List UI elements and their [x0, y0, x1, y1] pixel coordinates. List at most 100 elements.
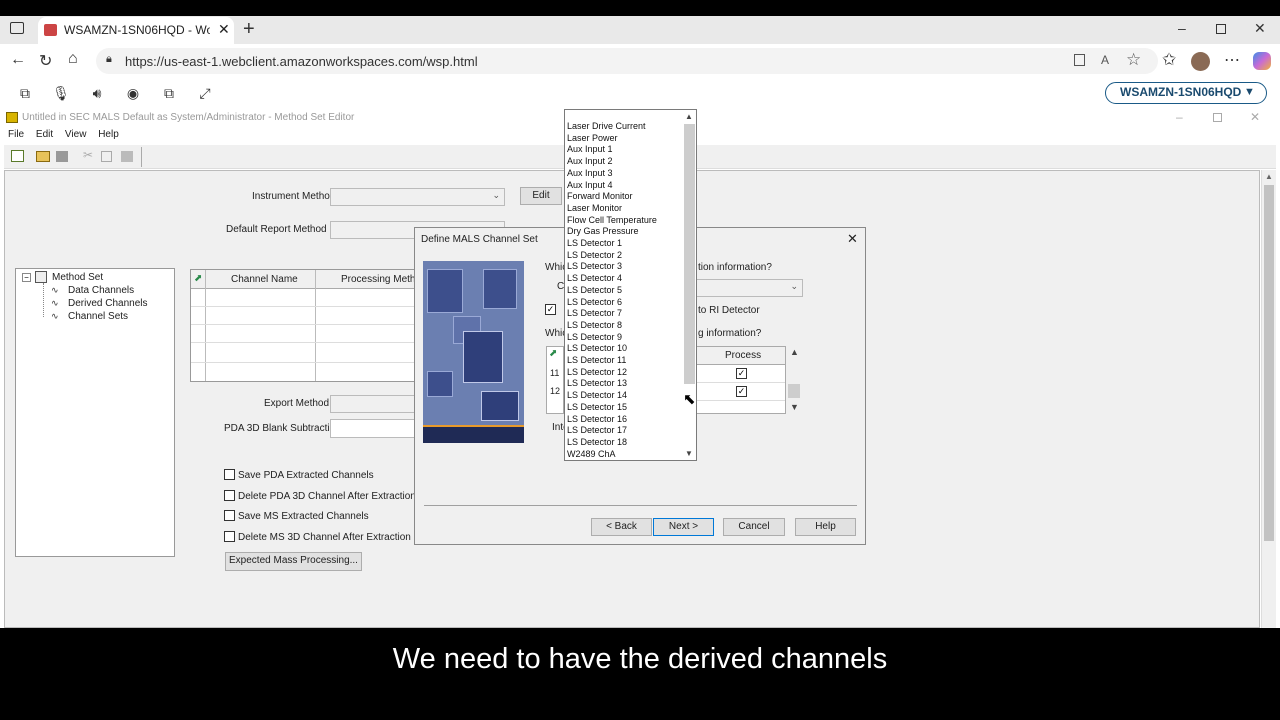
windows-icon[interactable]: ⧉	[16, 84, 34, 102]
dropdown-option[interactable]: LS Detector 4	[567, 273, 622, 283]
next-button[interactable]: Next >	[653, 518, 714, 536]
dropdown-option[interactable]: LS Detector 14	[567, 390, 627, 400]
new-tab-icon[interactable]: +	[243, 18, 255, 41]
app-minimize-icon[interactable]: –	[1176, 110, 1183, 124]
scroll-up-icon[interactable]: ▲	[1265, 172, 1273, 181]
dropdown-option[interactable]: LS Detector 8	[567, 320, 622, 330]
tree-item-channel-sets[interactable]: Channel Sets	[68, 311, 128, 322]
dropdown-option[interactable]: LS Detector 9	[567, 332, 622, 342]
pda-blank-field[interactable]	[330, 419, 416, 438]
dropdown-option[interactable]: LS Detector 7	[567, 308, 622, 318]
home-icon[interactable]: ⌂	[68, 50, 78, 68]
dropdown-option[interactable]: Laser Monitor	[567, 203, 622, 213]
tree-item-derived-channels[interactable]: Derived Channels	[68, 298, 148, 309]
copy-icon[interactable]	[101, 151, 112, 162]
audio-icon[interactable]: 🔊︎	[88, 84, 106, 102]
dropdown-option[interactable]: Flow Cell Temperature	[567, 215, 657, 225]
app-restore-icon[interactable]	[1213, 113, 1222, 122]
dropdown-option[interactable]: LS Detector 3	[567, 261, 622, 271]
tab-actions-icon[interactable]	[10, 22, 24, 34]
dropdown-option[interactable]: Laser Power	[567, 133, 618, 143]
favorite-star-icon[interactable]: ☆	[1126, 50, 1141, 70]
fullscreen-icon[interactable]: ⤢	[196, 84, 214, 102]
process-grid-left[interactable]: ⬈ 11 12	[546, 346, 564, 414]
dialog-close-icon[interactable]: ✕	[847, 231, 858, 247]
workspace-menu-button[interactable]: WSAMZN-1SN06HQD ▼	[1105, 82, 1267, 104]
close-window-icon[interactable]: ✕	[1254, 20, 1266, 37]
dropdown-option[interactable]: LS Detector 18	[567, 437, 627, 447]
dropdown-option[interactable]: LS Detector 12	[567, 367, 627, 377]
display-icon[interactable]: ⧉	[160, 84, 178, 102]
dropdown-option[interactable]: Aux Input 2	[567, 156, 613, 166]
cut-icon[interactable]: ✂	[83, 148, 93, 162]
back-button[interactable]: < Back	[591, 518, 652, 536]
dropdown-option[interactable]: LS Detector 6	[567, 297, 622, 307]
expected-mass-button[interactable]: Expected Mass Processing...	[225, 552, 362, 571]
open-folder-icon[interactable]	[36, 151, 50, 162]
save-icon[interactable]	[56, 151, 68, 162]
export-method-combo[interactable]	[330, 395, 416, 413]
dropdown-option[interactable]: Aux Input 1	[567, 144, 613, 154]
save-pda-checkbox[interactable]	[224, 469, 235, 480]
dropdown-option[interactable]: LS Detector 15	[567, 402, 627, 412]
dropdown-option[interactable]: Aux Input 3	[567, 168, 613, 178]
save-ms-checkbox[interactable]	[224, 510, 235, 521]
process-scrollbar[interactable]: ▲ ▼	[787, 346, 801, 414]
dropdown-option[interactable]: Laser Drive Current	[567, 121, 646, 131]
grid-header-processing-method[interactable]: Processing Metho	[341, 274, 421, 285]
microphone-off-icon[interactable]: 🎙︎	[52, 84, 70, 102]
restore-icon[interactable]	[1216, 24, 1226, 34]
menu-view[interactable]: View	[65, 129, 87, 140]
profile-avatar[interactable]	[1191, 52, 1210, 71]
delete-ms-checkbox[interactable]	[224, 531, 235, 542]
collapse-icon[interactable]: −	[22, 273, 31, 282]
minimize-icon[interactable]: –	[1178, 20, 1186, 36]
dropdown-option[interactable]: LS Detector 13	[567, 378, 627, 388]
url-field[interactable]: 🔒︎ https://us-east-1.webclient.amazonwor…	[96, 48, 1158, 74]
copilot-icon[interactable]	[1253, 52, 1271, 70]
dropdown-option[interactable]: LS Detector 11	[567, 355, 626, 365]
menu-help[interactable]: Help	[98, 129, 119, 140]
method-set-tree[interactable]: − Method Set ∿ Data Channels ∿ Derived C…	[15, 268, 175, 557]
dropdown-option[interactable]: LS Detector 2	[567, 250, 622, 260]
delete-pda-checkbox[interactable]	[224, 490, 235, 501]
menu-file[interactable]: File	[8, 129, 24, 140]
grid-header-channel-name[interactable]: Channel Name	[231, 274, 298, 285]
reader-icon[interactable]	[1074, 54, 1085, 66]
refresh-icon[interactable]: ↻	[39, 51, 52, 71]
dropdown-option[interactable]: LS Detector 17	[567, 425, 627, 435]
process-header[interactable]: Process	[725, 350, 761, 361]
channel-grid[interactable]: ⬈ Channel Name Processing Metho	[190, 269, 421, 382]
new-icon[interactable]	[11, 150, 24, 162]
dropdown-scroll-up-icon[interactable]: ▲	[685, 112, 693, 121]
edit-button[interactable]: Edit	[520, 187, 562, 205]
browser-tab[interactable]: WSAMZN-1SN06HQD - WorkSpa ✕	[38, 17, 234, 44]
dropdown-option[interactable]: LS Detector 16	[567, 414, 627, 424]
app-close-icon[interactable]: ✕	[1250, 110, 1260, 124]
dropdown-option[interactable]: W2489 ChA	[567, 449, 616, 459]
dropdown-scroll-down-icon[interactable]: ▼	[685, 449, 693, 458]
paste-icon[interactable]	[121, 151, 133, 162]
cancel-button[interactable]: Cancel	[723, 518, 785, 536]
scroll-thumb[interactable]	[788, 384, 800, 398]
webcam-icon[interactable]: ◉	[124, 84, 142, 102]
dropdown-option[interactable]: LS Detector 5	[567, 285, 622, 295]
tab-close-icon[interactable]: ✕	[218, 21, 230, 38]
ri-checkbox[interactable]: ✓	[545, 304, 556, 315]
dropdown-option[interactable]: Forward Monitor	[567, 191, 633, 201]
menu-edit[interactable]: Edit	[36, 129, 53, 140]
more-menu-icon[interactable]: ⋯	[1224, 50, 1240, 70]
favorites-icon[interactable]: ✩	[1162, 50, 1176, 70]
scroll-down-icon[interactable]: ▼	[790, 402, 799, 412]
dropdown-option[interactable]: LS Detector 10	[567, 343, 627, 353]
instrument-method-combo[interactable]: ⌄	[330, 188, 505, 206]
scroll-up-icon[interactable]: ▲	[790, 347, 799, 357]
dialog-combo-right[interactable]: ⌄	[697, 279, 803, 297]
scroll-thumb[interactable]	[1264, 185, 1274, 541]
back-icon[interactable]: ←	[10, 51, 26, 69]
read-aloud-icon[interactable]: A	[1101, 53, 1109, 67]
dropdown-option[interactable]: Aux Input 4	[567, 180, 613, 190]
process-checkbox-11[interactable]: ✓	[736, 368, 747, 379]
process-grid-right[interactable]: Process ✓ ✓	[697, 346, 786, 414]
dropdown-option[interactable]: Dry Gas Pressure	[567, 226, 639, 236]
